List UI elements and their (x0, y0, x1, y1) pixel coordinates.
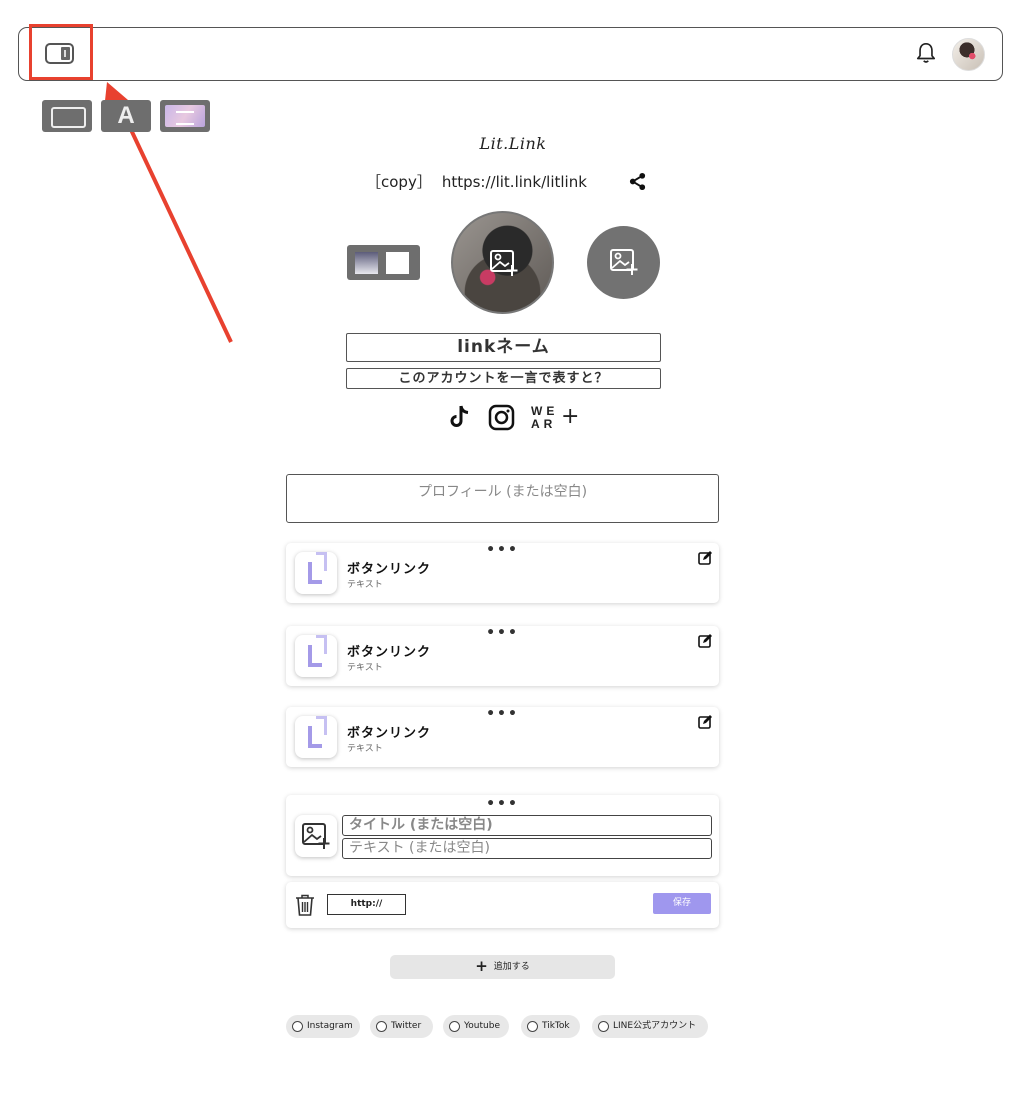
link-thumbnail[interactable] (295, 716, 337, 758)
background-image-button[interactable] (160, 100, 210, 132)
font-button[interactable]: A (101, 100, 151, 132)
gradient-swatch[interactable] (355, 252, 378, 274)
chip-label: Twitter (391, 1021, 422, 1031)
profile-url-line: ［copy］ https://lit.link/litlink (366, 171, 587, 192)
profile-text-field[interactable]: プロフィール (または空白) (286, 474, 719, 523)
title-input[interactable]: タイトル (または空白) (342, 815, 712, 836)
user-avatar[interactable] (952, 38, 985, 71)
chip-youtube[interactable]: Youtube (443, 1015, 509, 1038)
link-name-field[interactable]: linkネーム (346, 333, 661, 362)
bracket-logo-icon (308, 552, 327, 584)
edit-icon[interactable] (698, 715, 712, 729)
profile-photo[interactable] (451, 211, 554, 314)
wear-icon[interactable]: WE AR (531, 405, 559, 431)
radio-icon[interactable] (292, 1021, 303, 1032)
link-card[interactable]: ••• ボタンリンク テキスト (286, 707, 719, 767)
drag-handle-icon[interactable]: ••• (286, 797, 719, 811)
link-thumbnail[interactable] (295, 552, 337, 594)
drag-handle-icon[interactable]: ••• (286, 707, 719, 721)
annotation-highlight-box (29, 24, 93, 80)
link-subtitle: テキスト (347, 744, 383, 754)
radio-icon[interactable] (598, 1021, 609, 1032)
bracket-logo-icon (308, 635, 327, 667)
radio-icon[interactable] (449, 1021, 460, 1032)
chip-label: Youtube (464, 1021, 500, 1031)
chip-label: Instagram (307, 1021, 353, 1031)
instagram-icon[interactable] (488, 404, 515, 431)
add-social-icon[interactable]: + (561, 406, 579, 428)
edit-icon[interactable] (698, 551, 712, 565)
image-add-icon (610, 249, 638, 275)
link-title: ボタンリンク (347, 645, 432, 660)
copy-link[interactable]: ［copy］ (366, 173, 432, 191)
link-card[interactable]: ••• ボタンリンク テキスト (286, 626, 719, 686)
font-label: A (117, 102, 135, 129)
save-button[interactable]: 保存 (653, 893, 711, 914)
image-add-icon (490, 250, 518, 276)
header-image-add-button[interactable] (587, 226, 660, 299)
url-input[interactable]: http:// (327, 894, 406, 915)
text-input[interactable]: テキスト (または空白) (342, 838, 712, 859)
chip-instagram[interactable]: Instagram (286, 1015, 360, 1038)
drag-handle-icon[interactable]: ••• (286, 626, 719, 640)
link-subtitle: テキスト (347, 580, 383, 590)
bracket-logo-icon (308, 716, 327, 748)
link-editor-card: ••• タイトル (または空白) テキスト (または空白) (286, 795, 719, 876)
radio-icon[interactable] (527, 1021, 538, 1032)
trash-icon[interactable] (295, 894, 315, 916)
plus-icon: + (475, 957, 488, 975)
bio-prompt-field[interactable]: このアカウントを一言で表すと？ (346, 368, 661, 389)
editor-image-button[interactable] (295, 815, 337, 857)
chip-label: TikTok (542, 1021, 570, 1031)
chip-tiktok[interactable]: TikTok (521, 1015, 580, 1038)
chip-twitter[interactable]: Twitter (370, 1015, 433, 1038)
chip-label: LINE公式アカウント (613, 1021, 697, 1031)
drag-handle-icon[interactable]: ••• (286, 543, 719, 557)
link-card[interactable]: ••• ボタンリンク テキスト (286, 543, 719, 603)
link-title: ボタンリンク (347, 562, 432, 577)
top-bar (18, 27, 1003, 81)
cover-style-toggle[interactable] (347, 245, 420, 280)
add-link-button[interactable]: + 追加する (390, 955, 615, 979)
chip-line-official[interactable]: LINE公式アカウント (592, 1015, 708, 1038)
url-editor-row: http:// 保存 (286, 882, 719, 928)
link-title: ボタンリンク (347, 726, 432, 741)
share-icon[interactable] (628, 172, 647, 191)
bell-icon[interactable] (915, 41, 937, 65)
add-link-label: 追加する (493, 962, 530, 972)
layout-button[interactable] (42, 100, 92, 132)
profile-url: https://lit.link/litlink (441, 173, 587, 191)
link-thumbnail[interactable] (295, 635, 337, 677)
litlink-logo: Lit.Link (479, 134, 547, 153)
tiktok-icon[interactable] (449, 404, 471, 430)
radio-icon[interactable] (376, 1021, 387, 1032)
edit-icon[interactable] (698, 634, 712, 648)
link-subtitle: テキスト (347, 663, 383, 673)
image-add-icon (302, 823, 330, 849)
white-swatch[interactable] (386, 252, 409, 274)
